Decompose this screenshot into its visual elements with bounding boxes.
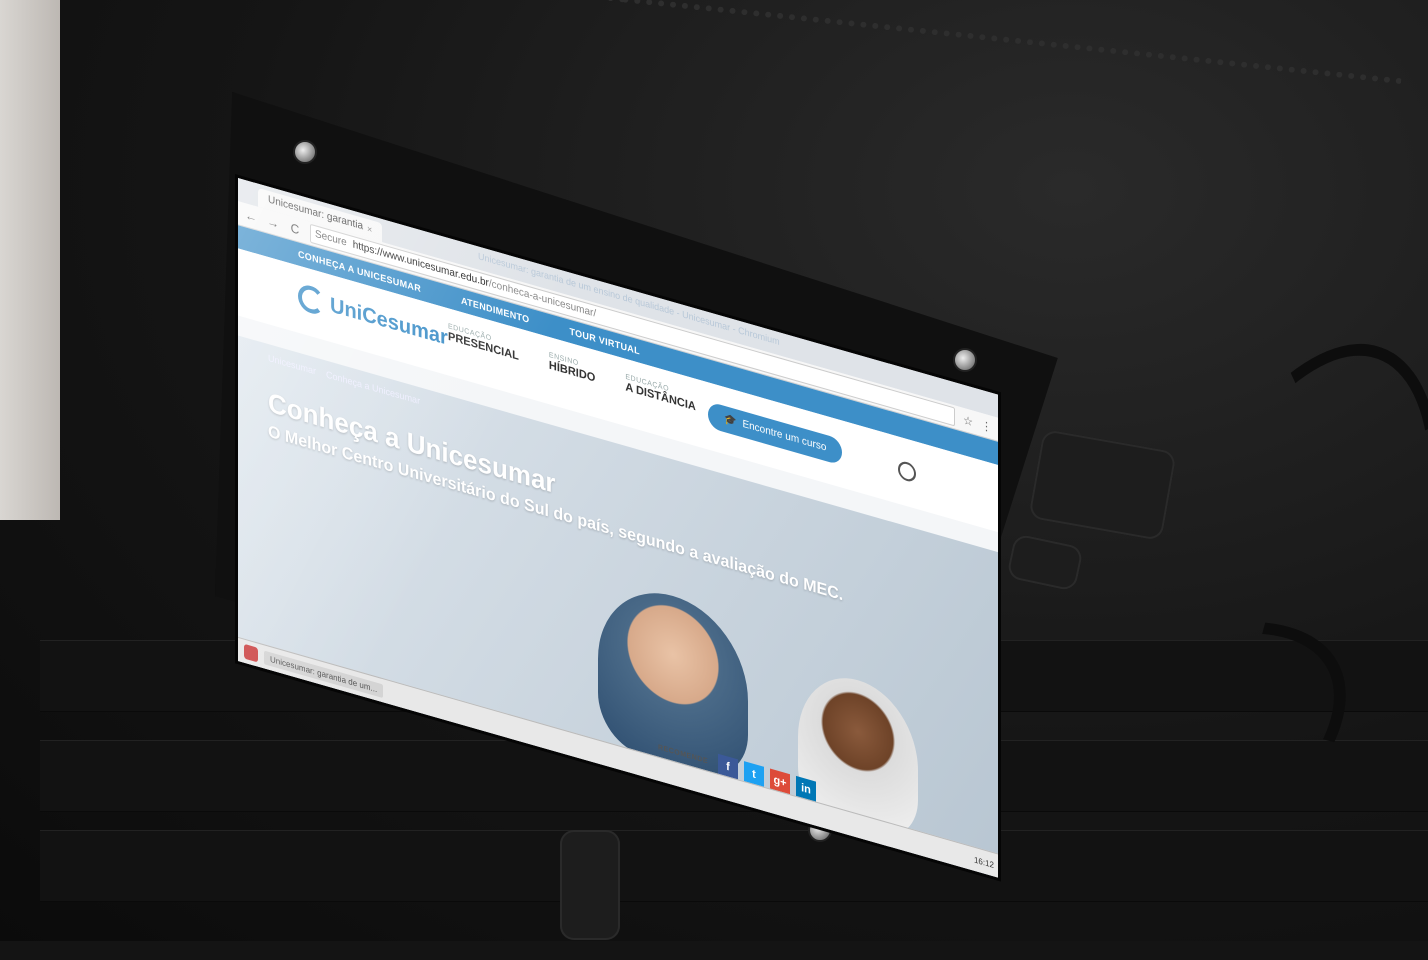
star-icon[interactable]: ☆ [963, 412, 973, 429]
reload-icon[interactable]: C [288, 220, 302, 239]
usb-plug [560, 830, 620, 940]
screw [293, 140, 317, 164]
clock: 16:12 [973, 854, 994, 870]
wall [0, 0, 60, 520]
breadcrumb-item[interactable]: Unicesumar [268, 352, 316, 376]
menu-item-presencial[interactable]: EDUCAÇÃO PRESENCIAL [448, 323, 519, 363]
logo-icon [298, 282, 324, 317]
back-icon[interactable]: ← [244, 207, 258, 226]
start-menu-icon[interactable] [244, 643, 258, 663]
menu-icon[interactable]: ⋮ [981, 418, 992, 435]
search-icon[interactable] [898, 459, 916, 484]
graduation-cap-icon: 🎓 [724, 413, 737, 429]
menu-item-hibrido[interactable]: ENSINO HÍBRIDO [549, 352, 595, 385]
forward-icon[interactable]: → [266, 213, 280, 232]
close-icon[interactable]: × [367, 219, 372, 239]
screw [953, 348, 977, 372]
breadcrumb-item: Conheça a Unicesumar [326, 368, 421, 407]
menu-item-distancia[interactable]: EDUCAÇÃO A DISTÂNCIA [625, 373, 695, 413]
find-course-label: Encontre um curso [742, 418, 827, 454]
